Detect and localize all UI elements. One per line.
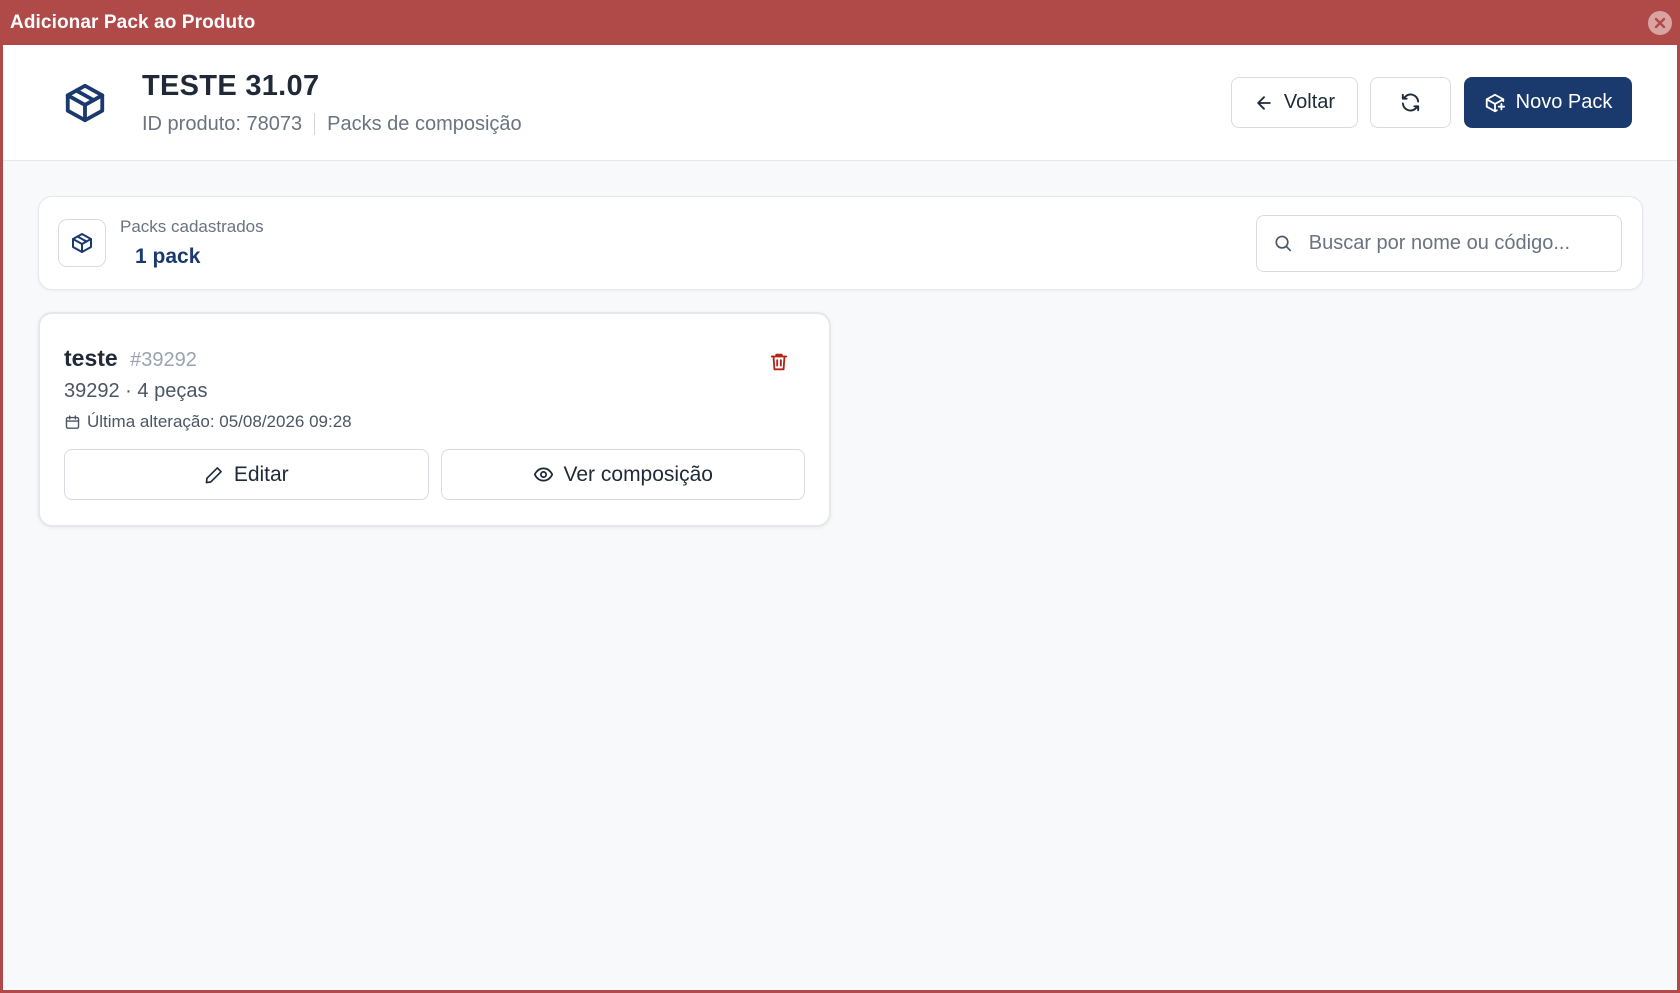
back-label: Voltar [1283, 91, 1336, 113]
delete-pack-button[interactable] [765, 348, 793, 376]
section-label: Packs de composição [327, 112, 522, 135]
packs-count-label: Packs cadastrados [120, 217, 264, 236]
packs-count: 1 pack [135, 245, 201, 268]
edit-label: Editar [233, 462, 289, 486]
search-icon [1275, 235, 1292, 252]
page-title: TESTE 31.07 [142, 69, 320, 102]
eye-icon [533, 467, 553, 482]
search-field[interactable] [1256, 214, 1622, 272]
window-title: Adicionar Pack ao Produto [10, 11, 256, 33]
modal-window: Adicionar Pack ao Produto TESTE 31.07 ID… [0, 0, 1680, 993]
refresh-button[interactable] [1370, 77, 1451, 128]
close-icon [1654, 17, 1666, 28]
pack-name: teste [64, 344, 118, 371]
search-input[interactable] [1306, 230, 1605, 256]
arrow-left-icon [1257, 95, 1271, 110]
page-header: TESTE 31.07 ID produto: 78073 Packs de c… [3, 45, 1677, 161]
pencil-icon [205, 466, 222, 483]
pack-code: #39292 [130, 348, 197, 371]
last-modified: Última alteração: 05/08/2026 09:28 [87, 412, 352, 431]
new-pack-button[interactable]: Novo Pack [1464, 77, 1632, 128]
refresh-icon [1401, 93, 1420, 112]
view-composition-label: Ver composição [563, 462, 713, 486]
product-id: ID produto: 78073 [142, 112, 303, 135]
calendar-icon [65, 414, 80, 429]
box-icon [58, 219, 106, 267]
close-button[interactable] [1648, 10, 1672, 35]
back-button[interactable]: Voltar [1231, 77, 1358, 128]
pack-card: teste #39292 39292 · 4 peças Última alte… [38, 312, 831, 527]
edit-button[interactable]: Editar [64, 449, 429, 500]
new-pack-label: Novo Pack [1515, 91, 1613, 113]
pack-meta: 39292 · 4 peças [64, 380, 208, 402]
title-bar: Adicionar Pack ao Produto [3, 0, 1677, 45]
package-plus-icon [1485, 93, 1505, 112]
modal-content: TESTE 31.07 ID produto: 78073 Packs de c… [3, 45, 1677, 990]
view-composition-button[interactable]: Ver composição [440, 449, 805, 500]
divider [314, 113, 316, 135]
packs-summary-card: Packs cadastrados 1 pack [38, 196, 1643, 290]
product-box-icon [61, 79, 109, 127]
trash-icon [770, 353, 788, 371]
